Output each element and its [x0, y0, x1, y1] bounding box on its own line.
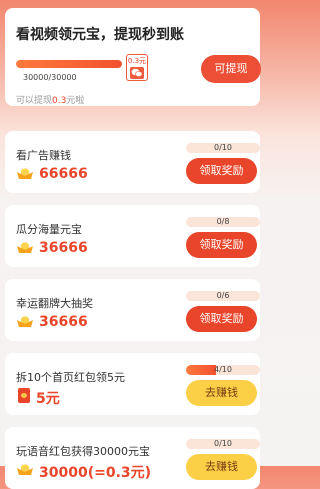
- hint-amount: 0.3: [52, 96, 67, 106]
- red-packet-icon: [18, 388, 30, 403]
- hint-suffix: 元啦: [66, 96, 85, 106]
- claim-reward-button[interactable]: 领取奖励: [186, 158, 257, 184]
- withdraw-title: 看视频领元宝，提现秒到账: [16, 27, 184, 43]
- reward-badge: 0.3元: [126, 54, 148, 81]
- task-progress-text: 0/10: [214, 439, 232, 448]
- task-title: 玩语音红包获得30000元宝: [16, 445, 150, 458]
- claim-reward-button[interactable]: 领取奖励: [186, 306, 257, 332]
- task-progress-bar: 0/10: [186, 143, 260, 153]
- task-card: 瓜分海量元宝 36666 0/8 领取奖励: [5, 205, 260, 267]
- task-title: 瓜分海量元宝: [16, 223, 82, 236]
- task-progress-text: 0/8: [216, 217, 230, 226]
- go-earn-button[interactable]: 去赚钱: [186, 380, 257, 406]
- task-progress-bar: 0/6: [186, 291, 260, 301]
- task-progress-text: 0/10: [214, 143, 232, 152]
- task-card: 幸运翻牌大抽奖 36666 0/6 领取奖励: [5, 279, 260, 341]
- task-progress-text: 4/10: [214, 365, 232, 374]
- gold-ingot-icon: [17, 316, 33, 327]
- task-progress-bar: 0/10: [186, 439, 260, 449]
- task-amount: 30000(=0.3元): [39, 465, 152, 481]
- claim-reward-button[interactable]: 领取奖励: [186, 232, 257, 258]
- withdraw-progress-bar: [16, 60, 122, 68]
- task-card: 玩语音红包获得30000元宝 30000(=0.3元) 0/10 去赚钱: [5, 427, 260, 489]
- hint-prefix: 可以提现: [16, 96, 53, 106]
- withdraw-progress-fill: [16, 60, 122, 68]
- task-progress-bar: 0/8: [186, 217, 260, 227]
- task-amount: 36666: [39, 314, 88, 330]
- go-earn-button[interactable]: 去赚钱: [186, 454, 257, 480]
- gold-ingot-icon: [17, 168, 33, 179]
- task-card: 拆10个首页红包领5元 5元 4/10 去赚钱: [5, 353, 260, 415]
- reward-amount: 0.3元: [127, 57, 147, 65]
- task-amount: 66666: [39, 166, 88, 182]
- withdraw-button[interactable]: 可提现: [201, 55, 261, 83]
- withdraw-card: 看视频领元宝，提现秒到账 30000/30000 0.3元 可以提现0.3元啦 …: [5, 8, 261, 106]
- task-progress-bar: 4/10: [186, 365, 260, 375]
- task-amount: 5元: [36, 391, 60, 407]
- task-card: 看广告赚钱 66666 0/10 领取奖励: [5, 131, 260, 193]
- withdraw-progress-text: 30000/30000: [23, 73, 77, 82]
- withdraw-hint: 可以提现0.3元啦: [16, 93, 84, 106]
- gold-ingot-icon: [17, 464, 33, 475]
- task-progress-text: 0/6: [216, 291, 230, 300]
- task-title: 拆10个首页红包领5元: [16, 371, 125, 384]
- task-title: 看广告赚钱: [16, 149, 71, 162]
- gold-ingot-icon: [17, 242, 33, 253]
- task-title: 幸运翻牌大抽奖: [16, 297, 93, 310]
- wechat-icon: [130, 67, 144, 79]
- task-amount: 36666: [39, 240, 88, 256]
